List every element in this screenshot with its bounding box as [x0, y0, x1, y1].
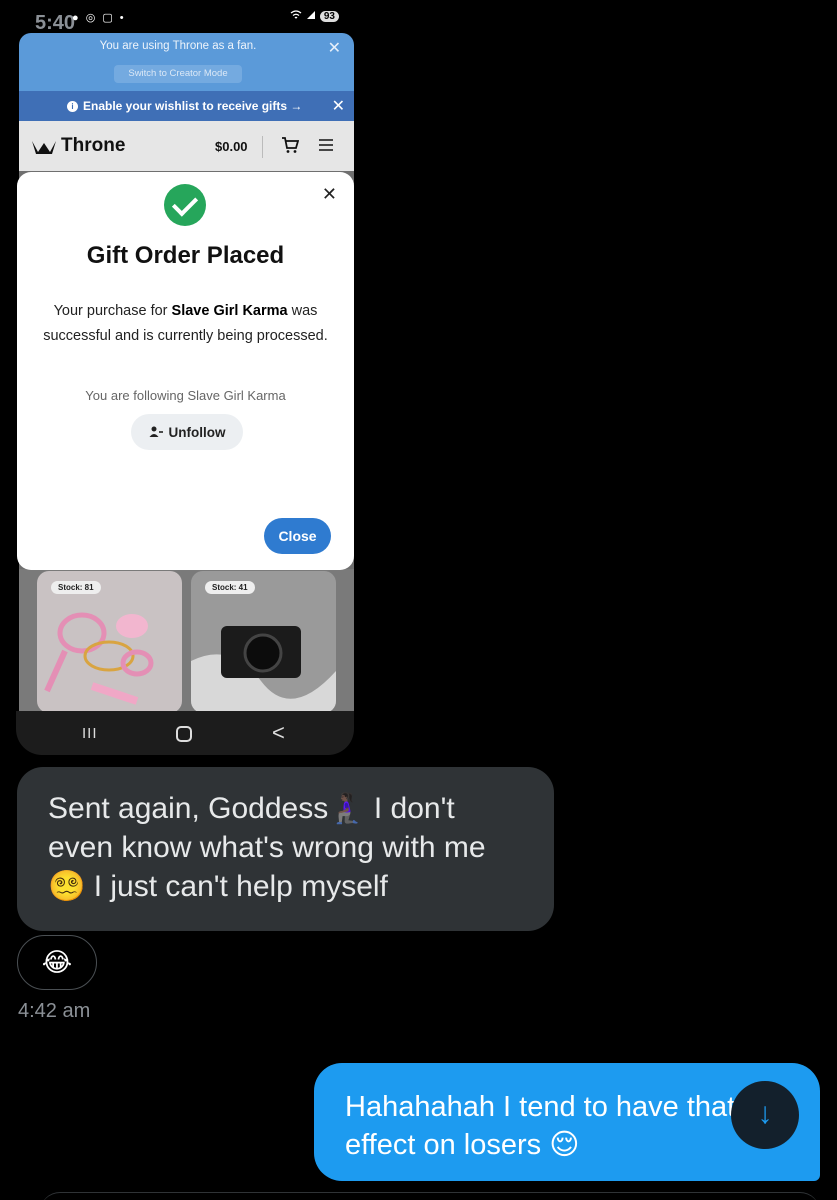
fan-mode-banner: You are using Throne as a fan. Switch to… — [19, 33, 354, 91]
product-card[interactable]: Stock: 81 — [37, 571, 182, 713]
product-image — [44, 612, 154, 705]
crown-logo-icon — [32, 141, 56, 154]
message-reaction[interactable]: 😂 — [17, 935, 97, 990]
android-nav-bar: III < — [16, 711, 354, 755]
cart-icon[interactable] — [281, 136, 300, 159]
header-divider — [262, 136, 263, 158]
fan-mode-message: You are using Throne as a fan. — [99, 40, 257, 52]
cart-total: $0.00 — [215, 139, 248, 154]
user-minus-icon — [149, 426, 163, 437]
scroll-to-bottom-button[interactable]: ↓ — [731, 1081, 799, 1149]
phone-status-bar: 5:40 ● ◎ ▢ • 93 — [16, 0, 354, 34]
composer-edge — [40, 1192, 820, 1200]
gift-order-modal: ✕ Gift Order Placed Your purchase for Sl… — [17, 172, 354, 570]
status-right-icons: 93 — [290, 10, 339, 23]
status-time: 5:40 — [35, 12, 76, 34]
stock-badge: Stock: 41 — [205, 581, 255, 594]
incoming-message[interactable]: Sent again, Goddess🧎🏿‍♀️ I don't even kn… — [17, 767, 554, 931]
wishlist-banner[interactable]: i Enable your wishlist to receive gifts … — [19, 91, 354, 121]
throne-logo[interactable]: Throne — [31, 135, 125, 157]
recents-button[interactable]: III — [82, 725, 98, 742]
unfollow-label: Unfollow — [168, 424, 226, 440]
signal-icon — [306, 10, 316, 23]
back-button[interactable]: < — [272, 720, 285, 746]
hamburger-menu-icon[interactable] — [318, 138, 334, 157]
shared-screenshot[interactable]: 5:40 ● ◎ ▢ • 93 You are using Throne as … — [16, 0, 354, 755]
close-icon[interactable]: ✕ — [322, 184, 337, 205]
notification-icons: ● ◎ ▢ • — [72, 12, 126, 24]
wishlist-banner-message[interactable]: Enable your wishlist to receive gifts → — [83, 99, 302, 113]
battery-badge: 93 — [319, 11, 339, 22]
close-icon[interactable]: ✕ — [332, 96, 345, 116]
product-card[interactable]: Stock: 41 — [191, 571, 336, 713]
info-icon: i — [67, 100, 78, 112]
wifi-icon — [290, 10, 302, 23]
message-timestamp: 4:42 am — [18, 1000, 91, 1022]
arrow-down-icon: ↓ — [757, 1097, 773, 1130]
product-grid: Stock: 81 Stock: 41 — [19, 569, 354, 713]
switch-creator-mode-button[interactable]: Switch to Creator Mode — [114, 65, 242, 83]
unfollow-button[interactable]: Unfollow — [131, 414, 243, 450]
close-icon[interactable]: ✕ — [328, 38, 341, 58]
modal-message: Your purchase for Slave Girl Karma was s… — [43, 303, 328, 344]
modal-title: Gift Order Placed — [86, 242, 285, 269]
success-check-icon — [164, 184, 206, 226]
home-button[interactable] — [176, 726, 192, 742]
creator-name: Slave Girl Karma — [171, 303, 288, 319]
following-status: You are following Slave Girl Karma — [85, 388, 286, 403]
close-button[interactable]: Close — [264, 518, 331, 554]
brand-name: Throne — [61, 135, 126, 156]
app-header: Throne $0.00 — [19, 121, 354, 171]
